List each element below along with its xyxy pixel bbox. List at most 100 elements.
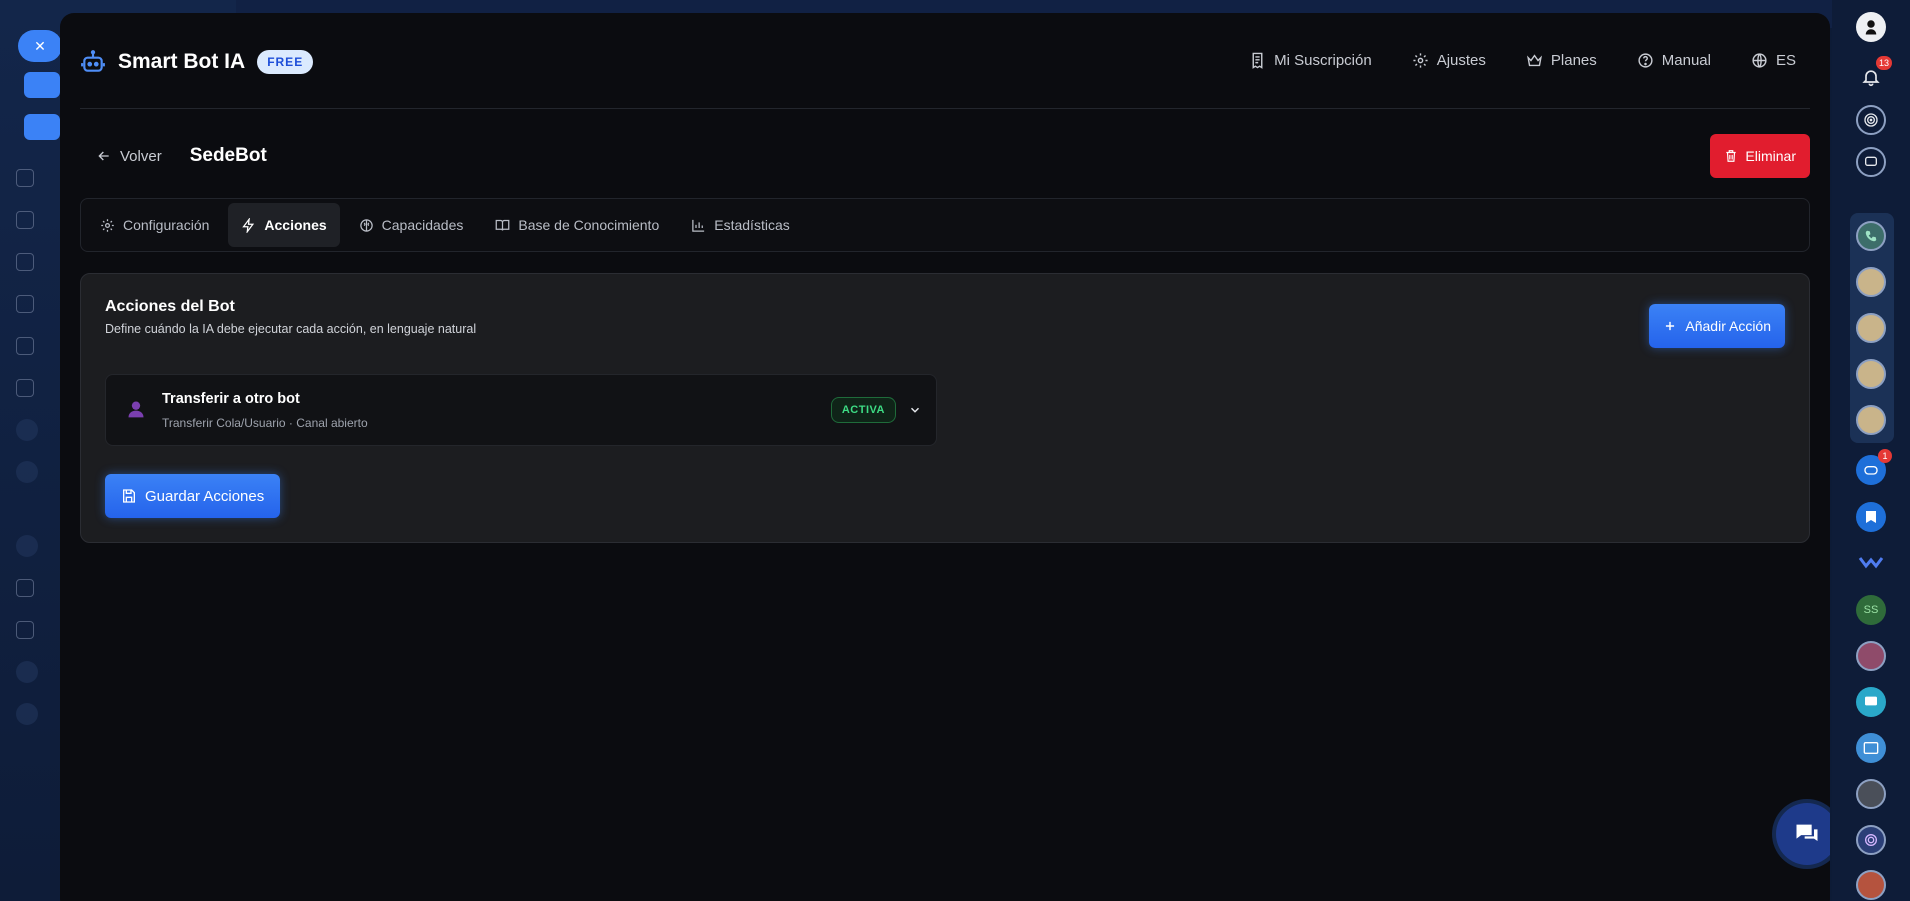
radar-button[interactable]	[1856, 105, 1886, 135]
message-icon	[1865, 696, 1877, 706]
bg-drive-icon	[16, 335, 56, 357]
robot-icon	[81, 49, 105, 72]
bg-chat-icon	[16, 251, 56, 273]
lightning-icon	[242, 217, 255, 233]
bg-calendar-icon	[16, 293, 56, 315]
bot-icon	[1864, 466, 1878, 475]
spiral-icon	[1865, 834, 1877, 846]
action-item[interactable]: Transferir a otro bot Transferir Cola/Us…	[105, 374, 937, 446]
bot-chat-button[interactable]: 1	[1856, 449, 1892, 485]
tab-acciones[interactable]: Acciones	[228, 203, 340, 247]
spiral-app-button[interactable]	[1856, 825, 1886, 855]
bot-subheader: Volver SedeBot Eliminar	[80, 134, 1810, 178]
bg-tasks-icon	[16, 209, 56, 231]
tab-label: Base de Conocimiento	[518, 217, 660, 233]
tab-estadisticas[interactable]: Estadísticas	[678, 203, 802, 247]
wave-logo-icon	[1858, 557, 1884, 569]
bar-chart-icon	[692, 219, 705, 232]
help-circle-icon	[1638, 53, 1653, 68]
header-nav: Mi Suscripción Ajustes Planes Manual ES	[1249, 52, 1796, 69]
back-button[interactable]: Volver	[96, 148, 162, 165]
tab-label: Capacidades	[381, 217, 464, 233]
bg-workspace-avatar	[16, 703, 38, 725]
contact-card-button[interactable]	[1856, 733, 1886, 763]
action-title: Transferir a otro bot	[162, 391, 300, 407]
tab-capacidades[interactable]: Capacidades	[346, 203, 477, 247]
tab-label: Acciones	[264, 217, 327, 233]
app-logo-button[interactable]	[1856, 547, 1886, 577]
bell-icon	[1862, 70, 1880, 87]
gear-icon	[1413, 53, 1428, 68]
nav-label: ES	[1775, 52, 1796, 69]
bookmark-icon	[1866, 511, 1876, 523]
bg-forms-icon	[16, 377, 56, 399]
action-subtitle: Transferir Cola/Usuario · Canal abierto	[162, 416, 368, 430]
save-actions-button[interactable]: Guardar Acciones	[105, 474, 281, 518]
chat-badge: 1	[1878, 449, 1892, 463]
contact-avatar[interactable]	[1856, 359, 1886, 389]
contact-avatar[interactable]	[1856, 313, 1886, 343]
initials-avatar[interactable]: SS	[1856, 595, 1886, 625]
back-label: Volver	[120, 147, 162, 165]
modal-header: Smart Bot IA FREE Mi Suscripción Ajustes…	[80, 13, 1810, 109]
trash-icon	[1726, 150, 1737, 162]
quick-chat-button[interactable]	[1856, 147, 1886, 177]
support-chat-button[interactable]	[1776, 803, 1830, 865]
contact-avatar[interactable]	[1856, 779, 1886, 809]
bg-mail-icon	[16, 167, 56, 189]
bg-workspace-avatar	[16, 535, 38, 557]
gear-icon	[101, 218, 114, 232]
add-action-button[interactable]: Añadir Acción	[1649, 304, 1785, 348]
chevron-down-icon[interactable]	[908, 403, 922, 417]
add-action-label: Añadir Acción	[1685, 318, 1771, 334]
notification-count-badge: 13	[1875, 56, 1892, 70]
save-actions-label: Guardar Acciones	[145, 487, 265, 505]
close-pill-button: ✕	[18, 30, 62, 62]
delete-button[interactable]: Eliminar	[1710, 134, 1810, 178]
nav-label: Mi Suscripción	[1274, 52, 1372, 69]
user-avatar[interactable]	[1856, 12, 1886, 42]
nav-plans[interactable]: Planes	[1526, 52, 1597, 69]
brain-icon	[359, 218, 373, 232]
crown-icon	[1526, 54, 1542, 67]
tab-label: Estadísticas	[714, 217, 790, 233]
actions-card: Acciones del Bot Define cuándo la IA deb…	[80, 273, 1810, 543]
nav-label: Planes	[1550, 52, 1597, 69]
nav-language[interactable]: ES	[1751, 52, 1796, 69]
bot-name: SedeBot	[189, 145, 267, 166]
user-icon	[1865, 20, 1877, 35]
save-icon	[123, 489, 135, 503]
nav-subscription[interactable]: Mi Suscripción	[1249, 52, 1372, 69]
brand: Smart Bot IA FREE	[80, 49, 314, 75]
phone-button[interactable]	[1856, 221, 1886, 251]
phone-icon	[1865, 230, 1877, 242]
bg-workspace-avatar	[16, 419, 38, 441]
notifications-button[interactable]: 13	[1856, 56, 1892, 92]
bg-workspace-avatar	[16, 661, 38, 683]
card-subtitle: Define cuándo la IA debe ejecutar cada a…	[105, 322, 477, 336]
contact-avatar[interactable]	[1856, 267, 1886, 297]
id-card-icon	[1863, 742, 1879, 754]
receipt-icon	[1252, 52, 1263, 69]
tab-label: Configuración	[123, 217, 210, 233]
contact-avatar[interactable]	[1856, 870, 1886, 900]
target-icon	[1864, 113, 1878, 127]
plan-badge: FREE	[257, 49, 314, 74]
chat-bubbles-icon	[1796, 824, 1818, 841]
status-badge: ACTIVA	[830, 397, 896, 423]
delete-label: Eliminar	[1745, 148, 1796, 164]
contact-avatar[interactable]	[1856, 405, 1886, 435]
globe-icon	[1752, 53, 1767, 68]
tab-base-conocimiento[interactable]: Base de Conocimiento	[482, 203, 672, 247]
card-title: Acciones del Bot	[105, 298, 235, 315]
tab-configuracion[interactable]: Configuración	[87, 203, 222, 247]
smart-bot-modal: Smart Bot IA FREE Mi Suscripción Ajustes…	[60, 13, 1830, 901]
messages-button[interactable]	[1856, 687, 1886, 717]
nav-manual[interactable]: Manual	[1637, 52, 1711, 69]
nav-settings[interactable]: Ajustes	[1412, 52, 1486, 69]
contact-avatar[interactable]	[1856, 641, 1886, 671]
right-rail: 13 1 SS	[1832, 0, 1910, 901]
bg-app-icon	[16, 619, 56, 641]
bookmark-button[interactable]	[1856, 502, 1886, 532]
plus-icon	[1666, 321, 1675, 331]
